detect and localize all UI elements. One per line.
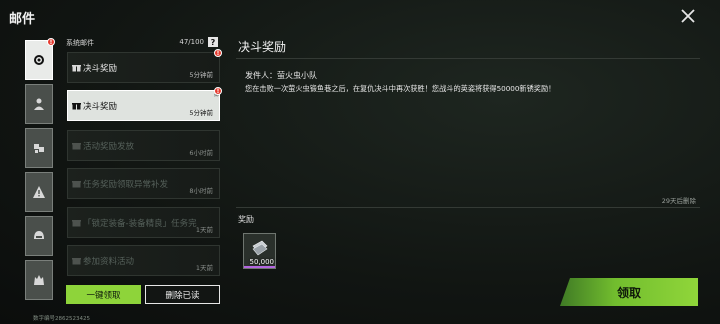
creature-icon [34, 275, 44, 285]
mail-item[interactable]: 决斗奖励 5分钟前 ! [67, 49, 222, 83]
helmet-icon [34, 231, 44, 239]
mail-item-selected[interactable]: 决斗奖励 5分钟前 ››› ! [67, 87, 222, 121]
user-id: 数字编号2862523425 [33, 316, 90, 322]
help-button[interactable]: ? [208, 37, 218, 47]
mail-count: 47/100 [179, 38, 204, 46]
reward-label: 奖励 [238, 215, 254, 224]
mail-time: 6小时前 [189, 149, 213, 157]
tab-badge: ! [47, 38, 55, 46]
unread-badge: ! [214, 87, 222, 95]
window-title: 邮件 [9, 12, 36, 27]
warning-icon [33, 186, 45, 198]
claim-button[interactable]: 领取 [560, 278, 698, 306]
claim-all-button[interactable]: 一键领取 [66, 285, 141, 304]
mail-item[interactable]: 「锁定装备-装备精良」任务完 1天前 [67, 207, 220, 238]
mail-time: 5分钟前 [189, 71, 213, 79]
person-icon [34, 98, 44, 110]
unread-badge: ! [214, 49, 222, 57]
gear-mail-icon [34, 55, 44, 65]
rarity-bar [244, 266, 275, 268]
tab-event[interactable] [25, 260, 53, 300]
mail-title: 「锁定装备-装备精良」任务完 [83, 219, 197, 229]
mail-time: 1天前 [195, 226, 213, 234]
currency-icon [252, 240, 268, 256]
reward-item[interactable]: 50,000 [243, 233, 276, 269]
gift-icon [72, 220, 81, 227]
gift-icon [72, 258, 81, 265]
mail-item[interactable]: 活动奖励发放 6小时前 [67, 130, 220, 161]
list-header: 系统邮件 47/100 ? [66, 37, 220, 48]
mail-time: 8小时前 [189, 187, 213, 195]
mail-sender: 发件人：萤火虫小队 [245, 71, 317, 80]
tab-notice[interactable] [25, 172, 53, 212]
close-icon[interactable] [678, 6, 698, 26]
tab-items[interactable] [25, 128, 53, 168]
mail-time: 5分钟前 [189, 109, 213, 117]
detail-title: 决斗奖励 [238, 40, 287, 54]
category-label: 系统邮件 [66, 39, 94, 47]
tab-system-mail[interactable]: ! [25, 38, 55, 80]
tab-personal[interactable] [25, 84, 53, 124]
reward-amount: 50,000 [249, 258, 275, 266]
mail-title: 决斗奖励 [83, 64, 118, 74]
cube-icon [34, 144, 44, 153]
mail-time: 1天前 [195, 264, 213, 272]
gift-icon [72, 102, 81, 110]
mail-item[interactable]: 参加资料活动 1天前 [67, 245, 220, 276]
gift-icon [72, 64, 81, 72]
gift-icon [72, 143, 81, 150]
mail-title: 任务奖励领取异常补发 [83, 180, 169, 190]
mail-title: 决斗奖励 [83, 102, 118, 112]
mail-item[interactable]: 任务奖励领取异常补发 8小时前 [67, 168, 220, 199]
mail-title: 活动奖励发放 [83, 142, 135, 152]
delete-read-button[interactable]: 删除已读 [145, 285, 220, 304]
mail-title: 参加资料活动 [83, 257, 135, 267]
expire-notice: 29天后删除 [661, 197, 696, 205]
gift-icon [72, 181, 81, 188]
mail-body: 您在击败一次萤火虫锻鱼巷之后，在复仇决斗中再次获胜！您战斗的英姿将获得50000… [245, 84, 556, 93]
tab-guild[interactable] [25, 216, 53, 256]
